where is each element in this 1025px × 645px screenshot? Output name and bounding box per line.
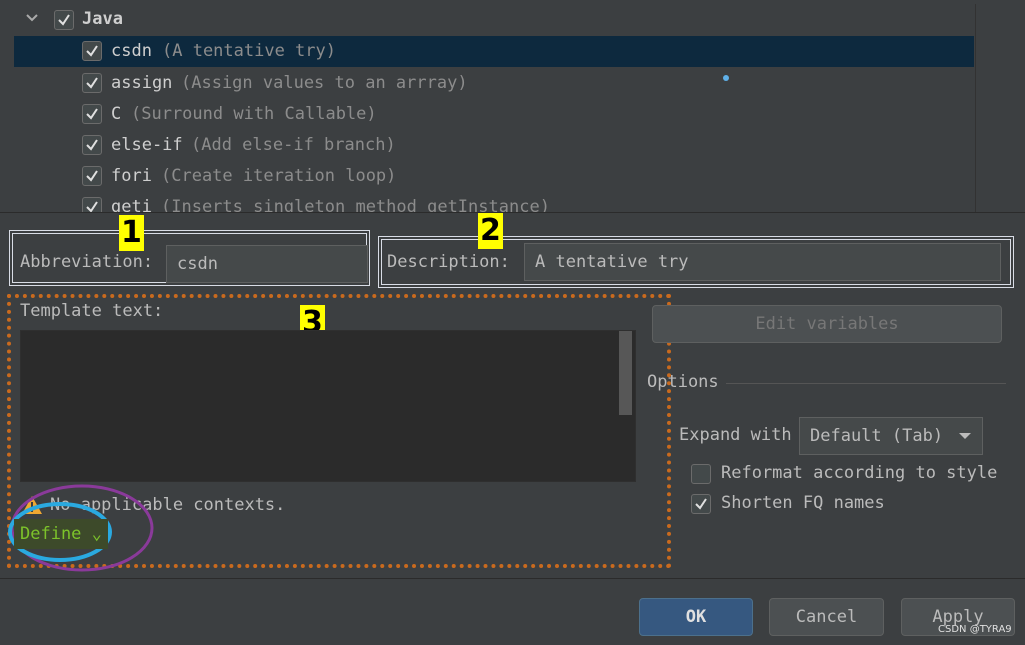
define-link[interactable]: Define ⌄	[14, 519, 108, 549]
shorten-fq-checkbox[interactable]	[691, 494, 711, 514]
item-checkbox[interactable]	[82, 41, 102, 61]
group-label: Java	[82, 9, 123, 29]
reformat-label: Reformat according to style	[721, 463, 998, 483]
annotation-tag-1: 1	[119, 215, 144, 251]
template-text-editor[interactable]	[20, 330, 636, 482]
expand-with-value: Default (Tab)	[810, 426, 944, 446]
group-checkbox[interactable]	[54, 10, 74, 30]
tree-item-assign[interactable]: assign (Assign values to an arrray)	[14, 68, 974, 99]
item-checkbox[interactable]	[82, 166, 102, 186]
item-description: (A tentative try)	[162, 41, 336, 61]
item-description: (Add else-if branch)	[191, 135, 396, 155]
watermark: CSDN @TYRA9	[938, 624, 1012, 635]
item-description: (Create iteration loop)	[161, 166, 397, 186]
dropdown-arrow-icon	[958, 418, 972, 467]
description-field[interactable]: A tentative try	[524, 243, 1001, 281]
tree-scrollbar[interactable]	[975, 4, 1014, 212]
item-name: fori	[111, 166, 152, 186]
tree-item-c[interactable]: C (Surround with Callable)	[14, 99, 974, 130]
item-checkbox[interactable]	[82, 197, 102, 212]
abbreviation-label: Abbreviation:	[20, 252, 154, 272]
tree-item-else-if[interactable]: else-if (Add else-if branch)	[14, 130, 974, 161]
expand-with-select[interactable]: Default (Tab)	[799, 417, 983, 455]
reformat-checkbox[interactable]	[691, 464, 711, 484]
item-checkbox[interactable]	[82, 73, 102, 93]
options-separator	[726, 383, 1006, 384]
chevron-down-icon[interactable]	[24, 10, 40, 31]
live-template-tree[interactable]: Java csdn (A tentative try) assign (Assi…	[14, 4, 974, 212]
item-name: csdn	[111, 41, 152, 61]
template-text-label: Template text:	[20, 301, 164, 321]
item-checkbox[interactable]	[82, 104, 102, 124]
item-description: (Inserts singleton method getInstance)	[161, 197, 550, 212]
chevron-down-icon: ⌄	[91, 524, 102, 544]
shorten-fq-label: Shorten FQ names	[721, 493, 885, 513]
abbreviation-field[interactable]: csdn	[166, 245, 368, 283]
item-name: C	[111, 104, 122, 124]
description-label: Description:	[387, 252, 510, 272]
define-label: Define	[20, 524, 82, 544]
tree-item-csdn[interactable]: csdn (A tentative try)	[14, 36, 974, 67]
item-name: geti	[111, 197, 152, 212]
cursor-dot	[723, 75, 729, 81]
options-heading: Options	[647, 372, 719, 392]
item-name: else-if	[111, 135, 183, 155]
item-description: (Surround with Callable)	[131, 104, 377, 124]
expand-with-label: Expand with	[679, 425, 792, 445]
tree-item-geti[interactable]: geti (Inserts singleton method getInstan…	[14, 192, 974, 212]
cancel-button[interactable]: Cancel	[769, 598, 884, 636]
tree-group-java[interactable]: Java	[14, 4, 974, 35]
divider	[0, 212, 1025, 213]
editor-scrollbar-thumb[interactable]	[619, 331, 632, 415]
item-checkbox[interactable]	[82, 135, 102, 155]
footer-divider	[0, 578, 1025, 579]
edit-variables-button[interactable]: Edit variables	[652, 305, 1002, 343]
tree-item-fori[interactable]: fori (Create iteration loop)	[14, 161, 974, 192]
item-name: assign	[111, 73, 173, 93]
ok-button[interactable]: OK	[639, 598, 753, 636]
annotation-tag-2: 2	[478, 213, 503, 249]
item-description: (Assign values to an arrray)	[181, 73, 468, 93]
